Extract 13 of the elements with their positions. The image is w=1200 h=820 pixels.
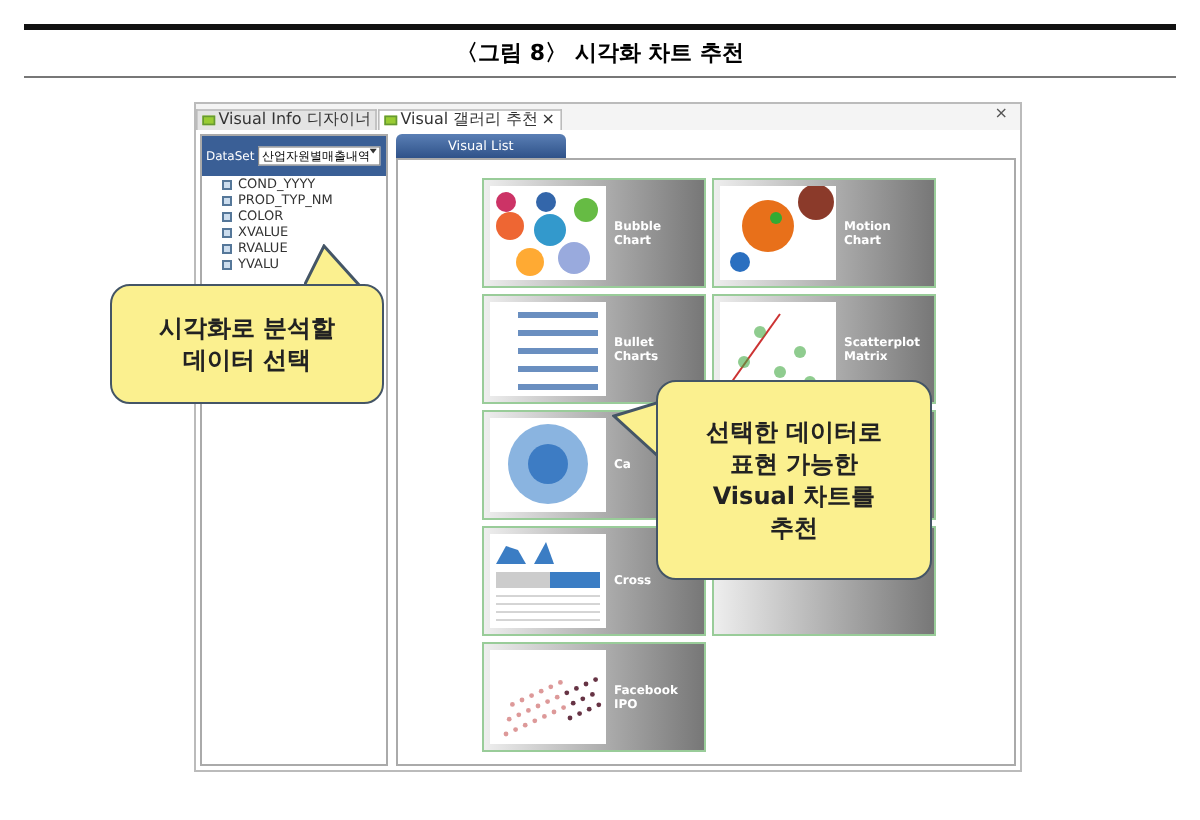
close-icon[interactable]: × [994,104,1008,122]
caret-icon[interactable] [370,147,378,155]
figure-caption: 〈그림 8〉 시각화 차트 추천 [24,24,1176,78]
bubble-chart-thumbnail [490,186,606,280]
crossfilter-chart-thumbnail [490,534,606,628]
callout-tooltip: 시각화로 분석할 데이터 선택 [110,284,384,404]
bullet-chart-thumbnail [490,302,606,396]
circular-chart-thumbnail [490,418,606,512]
callout-tooltip: 선택한 데이터로 표현 가능한 Visual 차트를 추천 [656,380,932,580]
window-tab[interactable]: Visual 갤러리 추천 × [378,109,562,130]
window-tab[interactable]: Visual Info 디자이너 [196,109,378,130]
scatter-plot-thumbnail [490,650,606,744]
motion-chart-thumbnail [720,186,836,280]
